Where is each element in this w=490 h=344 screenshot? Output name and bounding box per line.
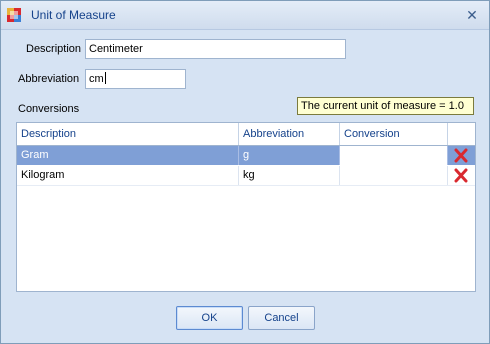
cancel-button[interactable]: Cancel bbox=[248, 306, 315, 330]
column-header-description[interactable]: Description bbox=[17, 123, 239, 145]
column-header-conversion[interactable]: Conversion bbox=[340, 123, 448, 145]
delete-icon[interactable] bbox=[453, 168, 469, 183]
app-icon bbox=[7, 8, 21, 22]
conversions-grid[interactable]: Description Abbreviation Conversion Gram… bbox=[16, 122, 476, 292]
cell-abbreviation[interactable]: kg bbox=[239, 166, 340, 185]
table-row[interactable]: Kilogram kg bbox=[17, 166, 475, 186]
window-title: Unit of Measure bbox=[31, 8, 116, 22]
description-field[interactable]: Centimeter bbox=[85, 39, 346, 59]
description-value: Centimeter bbox=[89, 43, 143, 55]
conversions-label: Conversions bbox=[18, 103, 80, 115]
cell-description[interactable]: Kilogram bbox=[17, 166, 239, 185]
table-row[interactable]: Gram g bbox=[17, 146, 475, 165]
cell-conversion[interactable] bbox=[340, 166, 448, 185]
grid-header: Description Abbreviation Conversion bbox=[17, 123, 475, 146]
close-icon[interactable]: ✕ bbox=[463, 6, 481, 24]
description-label: Description bbox=[26, 43, 82, 55]
cell-conversion[interactable] bbox=[340, 146, 448, 165]
delete-icon[interactable] bbox=[453, 148, 469, 163]
unit-tooltip: The current unit of measure = 1.0 bbox=[297, 97, 474, 115]
abbreviation-value: cm bbox=[89, 73, 104, 85]
unit-of-measure-dialog: Unit of Measure ✕ Description Centimeter… bbox=[0, 0, 490, 344]
ok-button[interactable]: OK bbox=[176, 306, 243, 330]
column-header-abbreviation[interactable]: Abbreviation bbox=[239, 123, 340, 145]
abbreviation-field[interactable]: cm bbox=[85, 69, 186, 89]
text-caret bbox=[104, 72, 106, 84]
abbreviation-label: Abbreviation bbox=[18, 73, 80, 85]
title-bar[interactable]: Unit of Measure ✕ bbox=[1, 1, 489, 30]
cell-abbreviation[interactable]: g bbox=[239, 146, 340, 165]
cell-description[interactable]: Gram bbox=[17, 146, 239, 165]
